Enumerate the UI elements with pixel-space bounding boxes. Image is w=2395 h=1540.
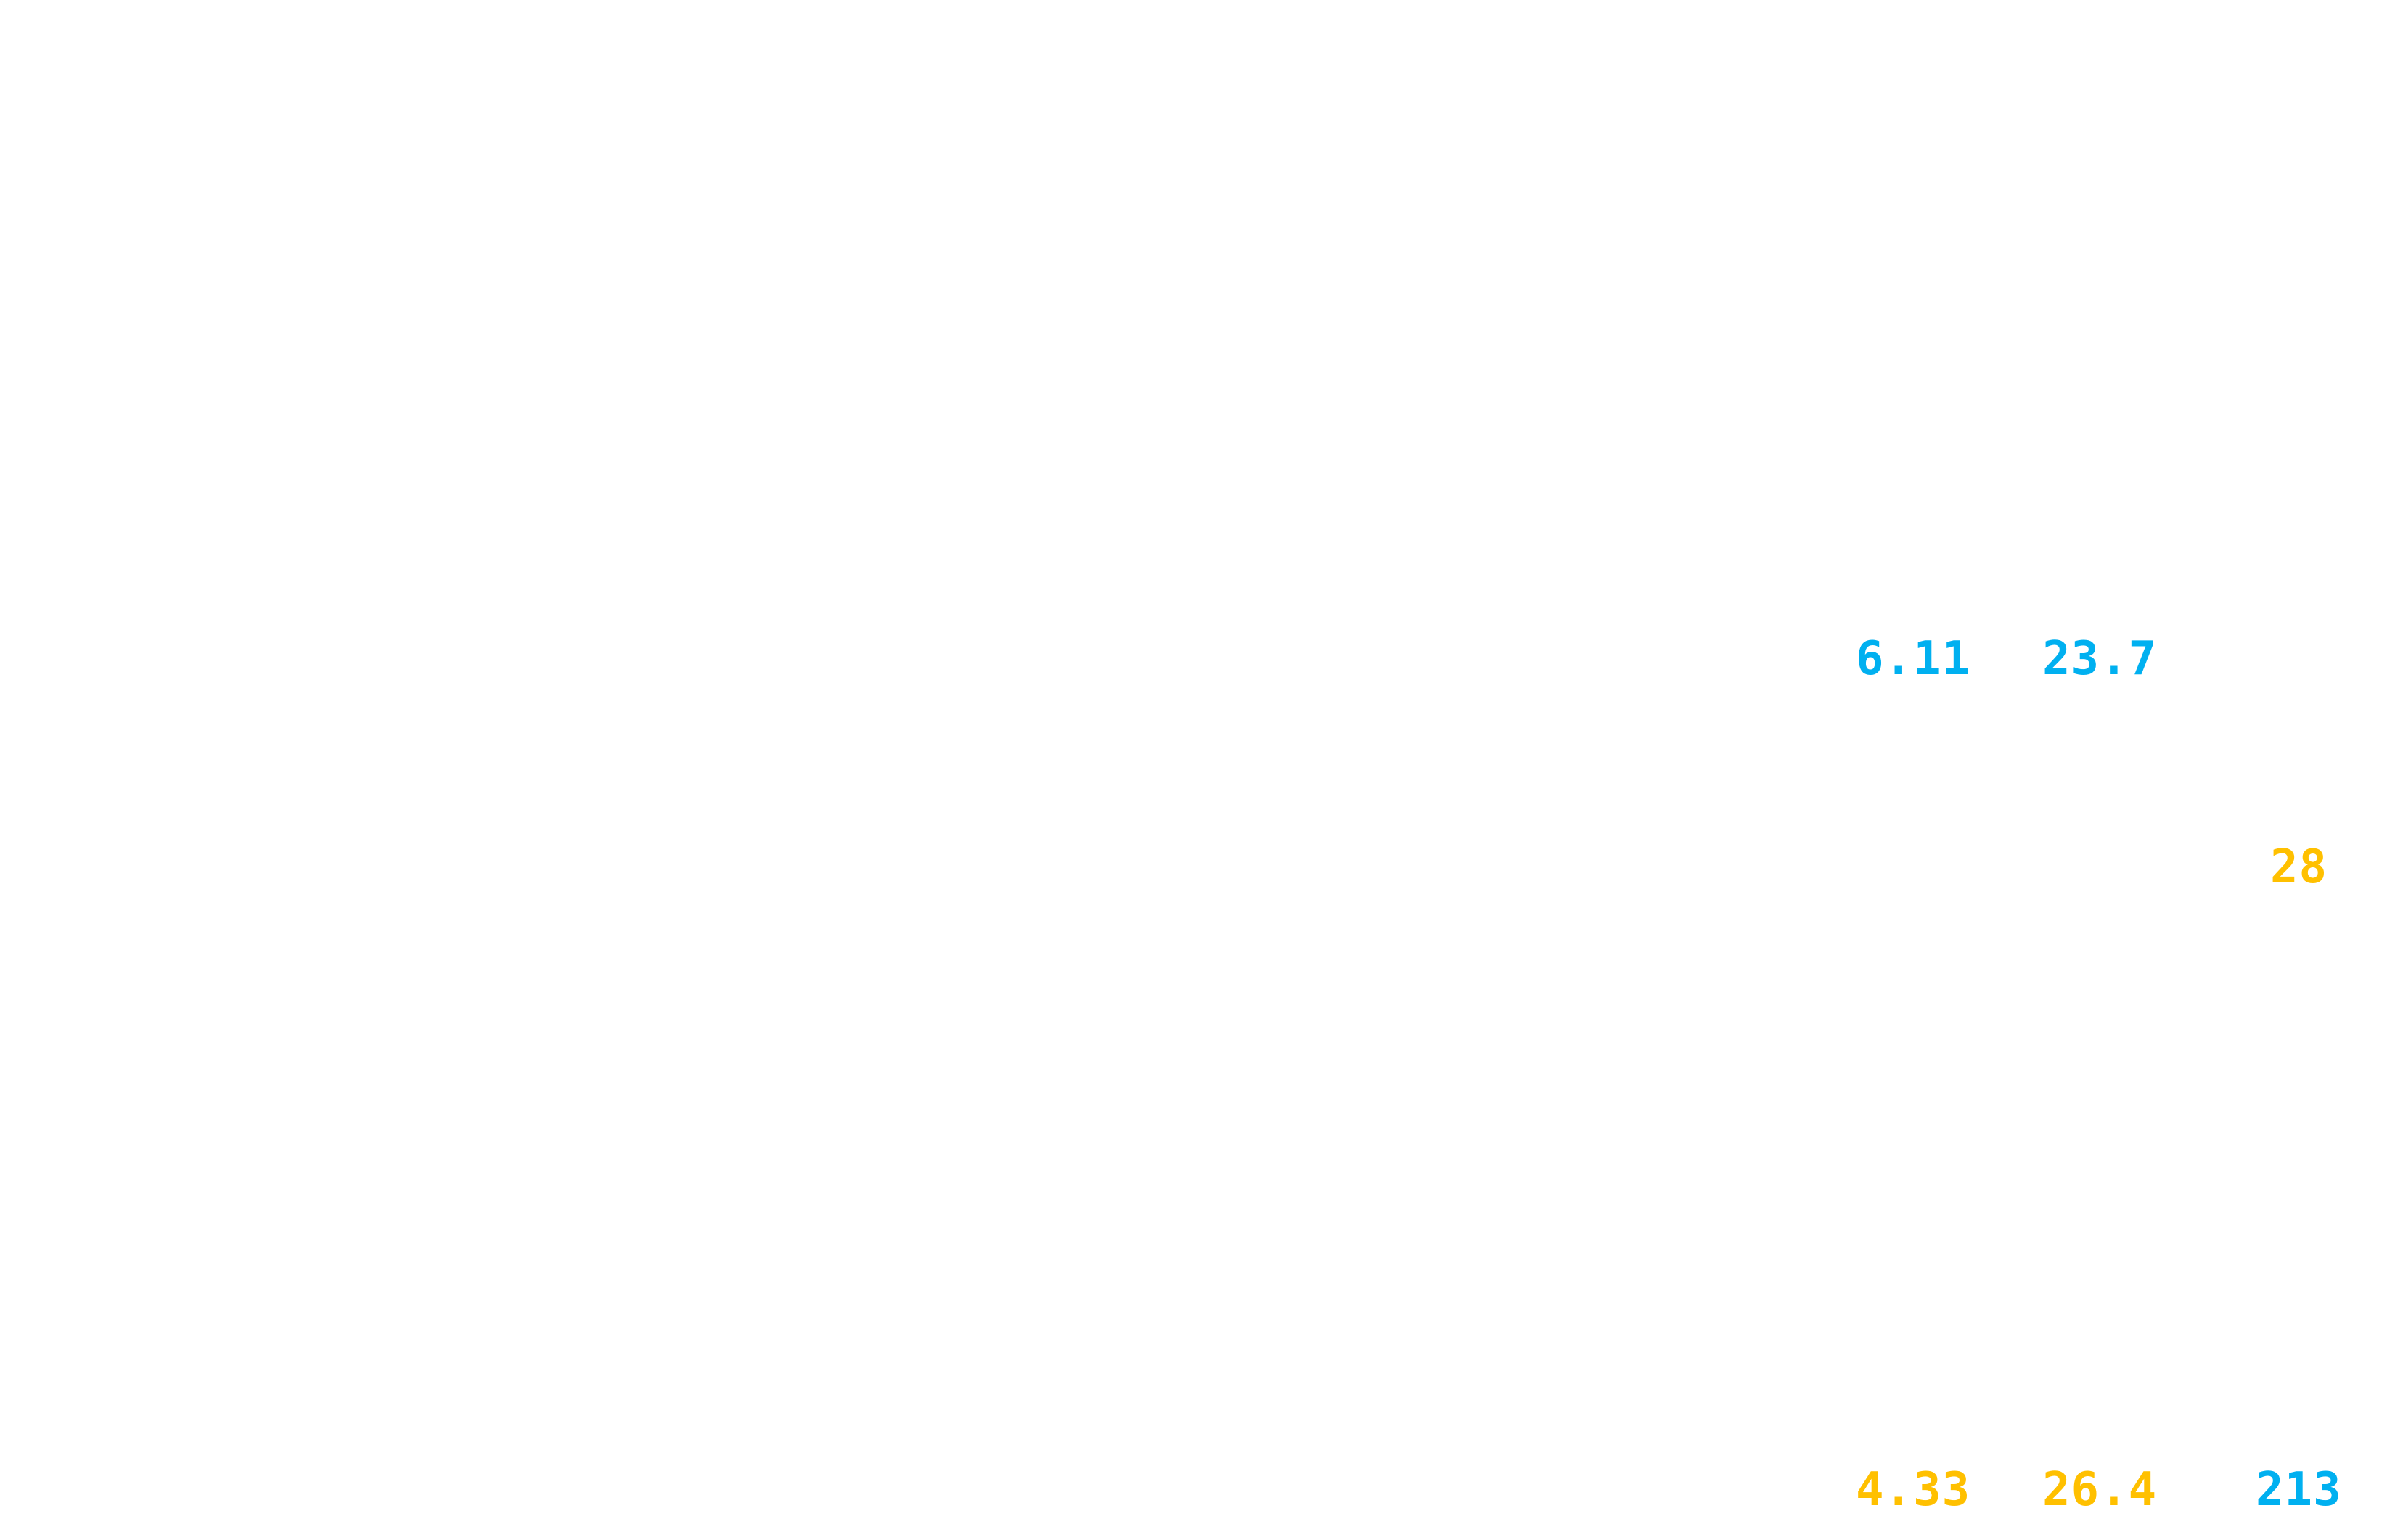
value-label-23-7: 23.7 [2042, 632, 2158, 686]
value-label-213: 213 [2256, 1463, 2342, 1517]
value-label-26-4: 26.4 [2042, 1463, 2158, 1517]
value-label-4-33: 4.33 [1856, 1463, 1971, 1517]
value-label-6-11: 6.11 [1856, 632, 1971, 686]
value-label-28: 28 [2270, 840, 2328, 894]
